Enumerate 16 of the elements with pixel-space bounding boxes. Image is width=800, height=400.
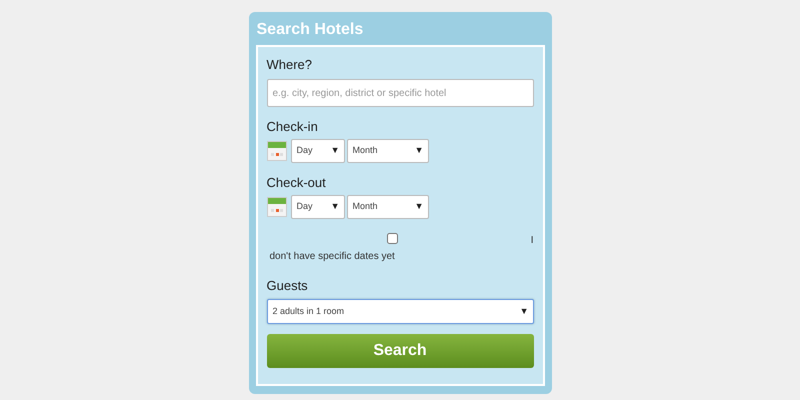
field-label: Check-out bbox=[266, 175, 327, 191]
field-label: Guests bbox=[266, 278, 309, 294]
day-select[interactable]: Day ▼ bbox=[290, 139, 344, 163]
guests-select[interactable]: 2 adults in 1 room ▼ bbox=[266, 299, 534, 324]
checkbox[interactable] bbox=[386, 233, 398, 244]
field-label: Check-in bbox=[266, 119, 319, 135]
month-select[interactable]: Month ▼ bbox=[346, 195, 428, 219]
checkbox-label: don't have specific dates yet bbox=[270, 250, 396, 264]
calendar-icon[interactable] bbox=[266, 141, 286, 161]
day-select[interactable]: Day ▼ bbox=[290, 195, 344, 219]
panel-title: Search Hotels bbox=[256, 20, 364, 40]
calendar-icon[interactable] bbox=[266, 197, 286, 217]
field-label: Where? bbox=[266, 57, 314, 73]
where-field[interactable]: e.g. city, region, district or specific hotel bbox=[266, 79, 534, 107]
stray-mark: I bbox=[530, 234, 534, 248]
month-select[interactable]: Month ▼ bbox=[346, 139, 428, 163]
